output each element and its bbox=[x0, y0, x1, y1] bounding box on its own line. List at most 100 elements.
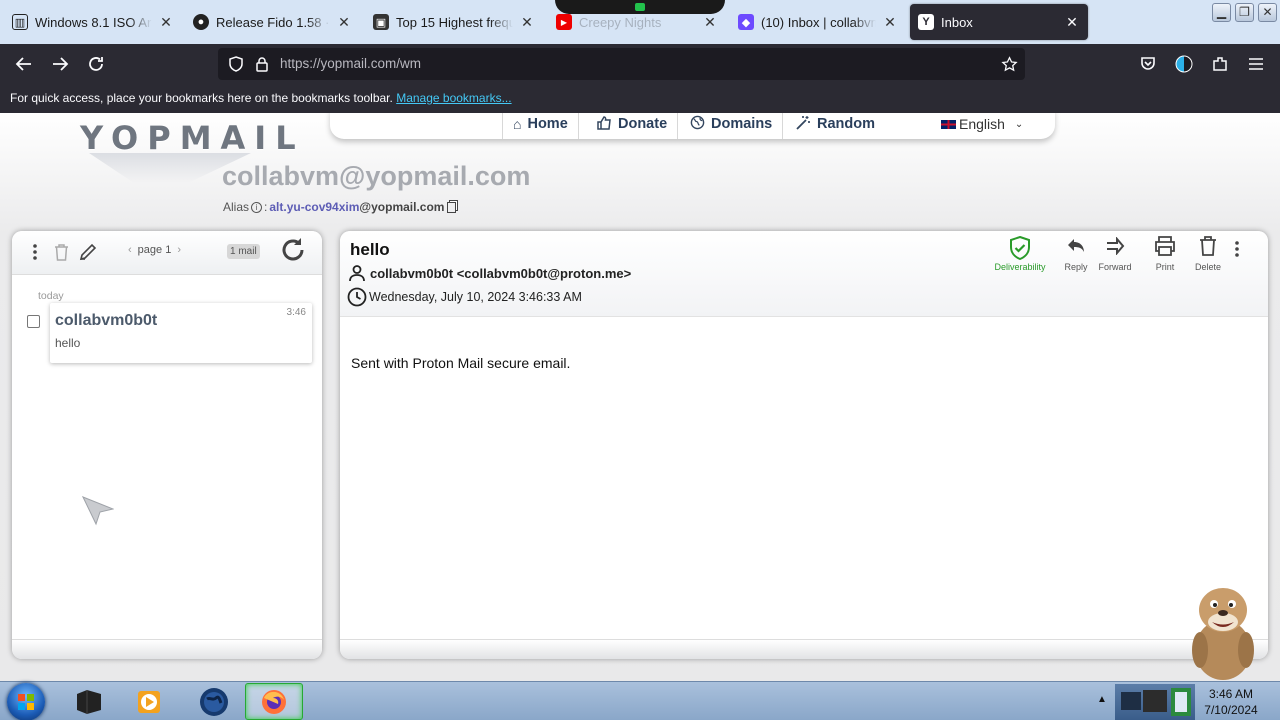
taskbar-clock[interactable]: 3:46 AM 7/10/2024 bbox=[1198, 686, 1264, 718]
uk-flag-icon bbox=[940, 118, 957, 130]
forward-arrow-icon[interactable] bbox=[48, 52, 72, 76]
pager: ‹ page 1 › bbox=[122, 244, 187, 256]
restore-button[interactable]: ❐ bbox=[1235, 3, 1254, 22]
mail-subject: hello bbox=[55, 336, 81, 350]
tab-release-fido[interactable]: ● Release Fido 1.58 · pbatard ✕ bbox=[185, 4, 360, 40]
delete-button[interactable]: Delete bbox=[1180, 236, 1236, 272]
mail-sender: collabvm0b0t bbox=[55, 312, 158, 329]
forward-label: Forward bbox=[1098, 262, 1132, 272]
menu-random[interactable]: Random bbox=[785, 113, 885, 139]
refresh-icon[interactable] bbox=[277, 236, 309, 268]
message-from: collabvm0b0t <collabvm0b0t@proton.me> bbox=[348, 264, 631, 282]
menu-icon[interactable] bbox=[1244, 52, 1268, 76]
message-body: Sent with Proton Mail secure email. bbox=[351, 355, 571, 371]
close-tab-icon[interactable]: ✕ bbox=[158, 14, 174, 31]
reload-icon[interactable] bbox=[84, 52, 108, 76]
chevron-down-icon: ⌄ bbox=[1014, 118, 1024, 130]
close-window-button[interactable]: ✕ bbox=[1258, 3, 1277, 22]
taskbar-app-terminal[interactable] bbox=[60, 683, 118, 720]
inbox-email-address: collabvm@yopmail.com bbox=[222, 161, 531, 191]
indicator-light bbox=[635, 3, 645, 11]
proton-icon: ◆ bbox=[738, 14, 754, 30]
next-page-icon[interactable]: › bbox=[177, 244, 181, 256]
prev-page-icon[interactable]: ‹ bbox=[128, 244, 132, 256]
close-tab-icon[interactable]: ✕ bbox=[519, 14, 535, 31]
bookmarks-message: For quick access, place your bookmarks h… bbox=[10, 91, 393, 105]
list-item[interactable]: collabvm0b0t hello 3:46 bbox=[50, 303, 312, 363]
info-icon[interactable]: i bbox=[251, 201, 263, 213]
message-date: Wednesday, July 10, 2024 3:46:33 AM bbox=[347, 287, 582, 307]
tab-top-15-frequency[interactable]: ▣ Top 15 Highest frequency ✕ bbox=[365, 4, 543, 40]
mail-count-badge: 1 mail bbox=[227, 244, 260, 259]
navigation-bar: https://yopmail.com/wm bbox=[0, 44, 1280, 84]
windows-taskbar: ▲ 3:46 AM 7/10/2024 bbox=[0, 681, 1280, 720]
shield-icon[interactable] bbox=[224, 52, 248, 76]
magic-wand-icon bbox=[795, 115, 811, 134]
url-text[interactable]: https://yopmail.com/wm bbox=[280, 56, 421, 71]
page-icon: ▣ bbox=[373, 14, 389, 30]
date-group-label: today bbox=[38, 290, 64, 302]
alias-domain: @yopmail.com bbox=[359, 200, 445, 214]
menu-home[interactable]: ⌂ Home bbox=[502, 113, 579, 139]
tab-proton-inbox[interactable]: ◆ (10) Inbox | collabvm0b0t ✕ bbox=[730, 4, 906, 40]
bookmarks-bar: For quick access, place your bookmarks h… bbox=[0, 84, 1280, 113]
yopmail-icon: Y bbox=[918, 14, 934, 30]
trash-icon[interactable] bbox=[52, 240, 70, 264]
manage-bookmarks-link[interactable]: Manage bookmarks... bbox=[396, 91, 511, 105]
mouse-cursor-icon bbox=[81, 496, 115, 531]
home-icon: ⌂ bbox=[513, 116, 522, 132]
dark-reader-icon[interactable] bbox=[1172, 52, 1196, 76]
message-header: hello collabvm0b0t <collabvm0b0t@proton.… bbox=[340, 231, 1268, 317]
bookmark-star-icon[interactable] bbox=[997, 52, 1021, 76]
tray-expand-icon[interactable]: ▲ bbox=[1097, 694, 1107, 705]
minimize-button[interactable]: ▁ bbox=[1212, 3, 1231, 22]
tab-inbox-active[interactable]: Y Inbox ✕ bbox=[910, 4, 1088, 40]
copy-icon[interactable] bbox=[447, 201, 457, 213]
shield-check-icon bbox=[988, 235, 1052, 262]
more-vertical-icon[interactable] bbox=[1235, 241, 1239, 262]
language-select[interactable]: English ⌄ bbox=[940, 113, 1023, 139]
page-number: page 1 bbox=[137, 244, 172, 256]
alias-value: alt.yu-cov94xim bbox=[269, 200, 360, 214]
clock-time: 3:46 AM bbox=[1208, 687, 1254, 701]
lock-icon[interactable] bbox=[250, 52, 274, 76]
windows-logo-icon bbox=[18, 694, 34, 710]
back-arrow-icon[interactable] bbox=[12, 52, 36, 76]
deliverability-button[interactable]: Deliverability bbox=[988, 235, 1052, 272]
taskbar-app-globe[interactable] bbox=[185, 683, 243, 720]
forward-button[interactable]: Forward bbox=[1087, 236, 1143, 272]
alias-separator: : bbox=[264, 200, 268, 214]
start-button[interactable] bbox=[7, 683, 45, 720]
system-tray-icons[interactable] bbox=[1115, 684, 1195, 720]
panel-footer bbox=[12, 639, 322, 659]
taskbar-app-media-player[interactable] bbox=[120, 683, 178, 720]
close-tab-icon[interactable]: ✕ bbox=[882, 14, 898, 31]
close-tab-icon[interactable]: ✕ bbox=[1064, 14, 1080, 31]
sender-address: collabvm0b0t <collabvm0b0t@proton.me> bbox=[370, 265, 632, 281]
compose-pencil-icon[interactable] bbox=[78, 240, 98, 264]
taskbar-app-firefox[interactable] bbox=[245, 683, 303, 720]
youtube-icon: ▶ bbox=[556, 14, 572, 30]
clock-date: 7/10/2024 bbox=[1204, 703, 1258, 717]
screen-notch bbox=[555, 0, 725, 14]
clock-icon bbox=[347, 287, 367, 307]
inbox-toolbar: ‹ page 1 › 1 mail bbox=[12, 231, 322, 275]
date-text: Wednesday, July 10, 2024 3:46:33 AM bbox=[369, 290, 582, 304]
mail-select-checkbox[interactable] bbox=[27, 315, 40, 328]
yopmail-logo[interactable]: YOPMAIL bbox=[80, 119, 305, 157]
close-tab-icon[interactable]: ✕ bbox=[702, 14, 718, 31]
person-icon bbox=[348, 264, 366, 282]
mascot-image bbox=[1188, 580, 1258, 680]
message-subject: hello bbox=[350, 240, 390, 259]
pocket-icon[interactable] bbox=[1136, 52, 1160, 76]
tab-windows-iso-archive[interactable]: ▥ Windows 8.1 ISO Archive ✕ bbox=[4, 4, 182, 40]
extensions-icon[interactable] bbox=[1208, 52, 1232, 76]
forward-icon bbox=[1087, 236, 1143, 262]
close-tab-icon[interactable]: ✕ bbox=[336, 14, 352, 31]
thumbs-up-icon bbox=[596, 115, 612, 134]
url-bar[interactable]: https://yopmail.com/wm bbox=[218, 48, 1025, 80]
globe-icon bbox=[690, 115, 705, 133]
menu-domains[interactable]: Domains bbox=[680, 113, 784, 139]
menu-donate[interactable]: Donate bbox=[586, 113, 679, 139]
more-vertical-icon[interactable] bbox=[30, 240, 40, 264]
